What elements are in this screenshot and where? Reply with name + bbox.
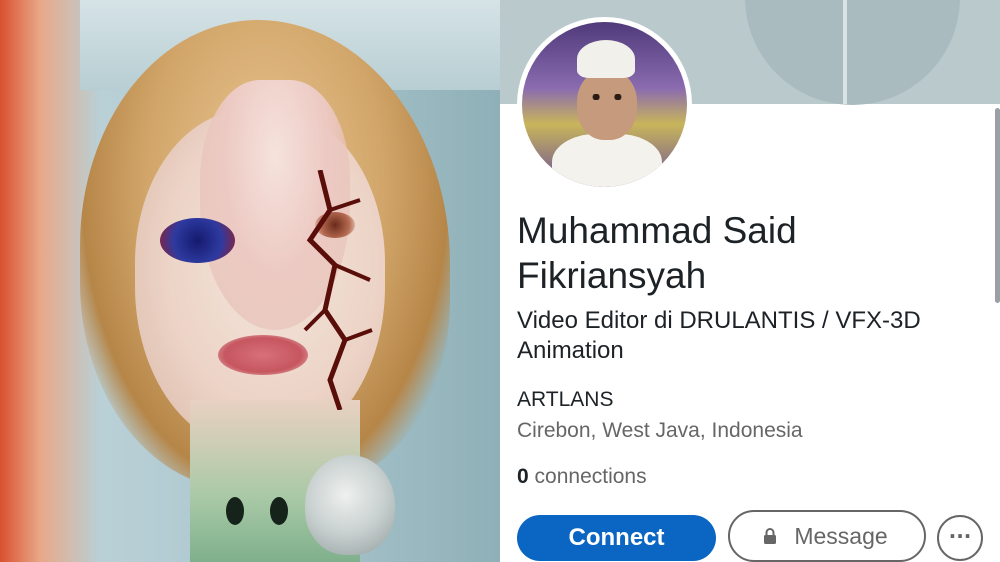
- more-options-icon[interactable]: ···: [937, 515, 983, 561]
- profile-location: Cirebon, West Java, Indonesia: [517, 419, 803, 442]
- connections-number: 0: [517, 465, 529, 488]
- message-button[interactable]: Message: [728, 510, 926, 562]
- message-label: Message: [794, 523, 888, 549]
- profile-name: Muhammad Said Fikriansyah: [517, 210, 797, 296]
- connections-count[interactable]: 0 connections: [517, 465, 647, 489]
- connections-label: connections: [534, 465, 647, 488]
- connect-button[interactable]: Connect: [517, 515, 716, 561]
- profile-company[interactable]: ARTLANS: [517, 388, 613, 412]
- lock-icon: [764, 528, 776, 544]
- profile-card: Muhammad Said Fikriansyah Video Editor d…: [500, 0, 1000, 562]
- scrollbar[interactable]: [995, 108, 1000, 303]
- profile-headline: Video Editor di DRULANTIS / VFX-3D Anima…: [517, 307, 921, 364]
- profile-avatar[interactable]: [517, 17, 692, 192]
- post-image: [0, 0, 500, 562]
